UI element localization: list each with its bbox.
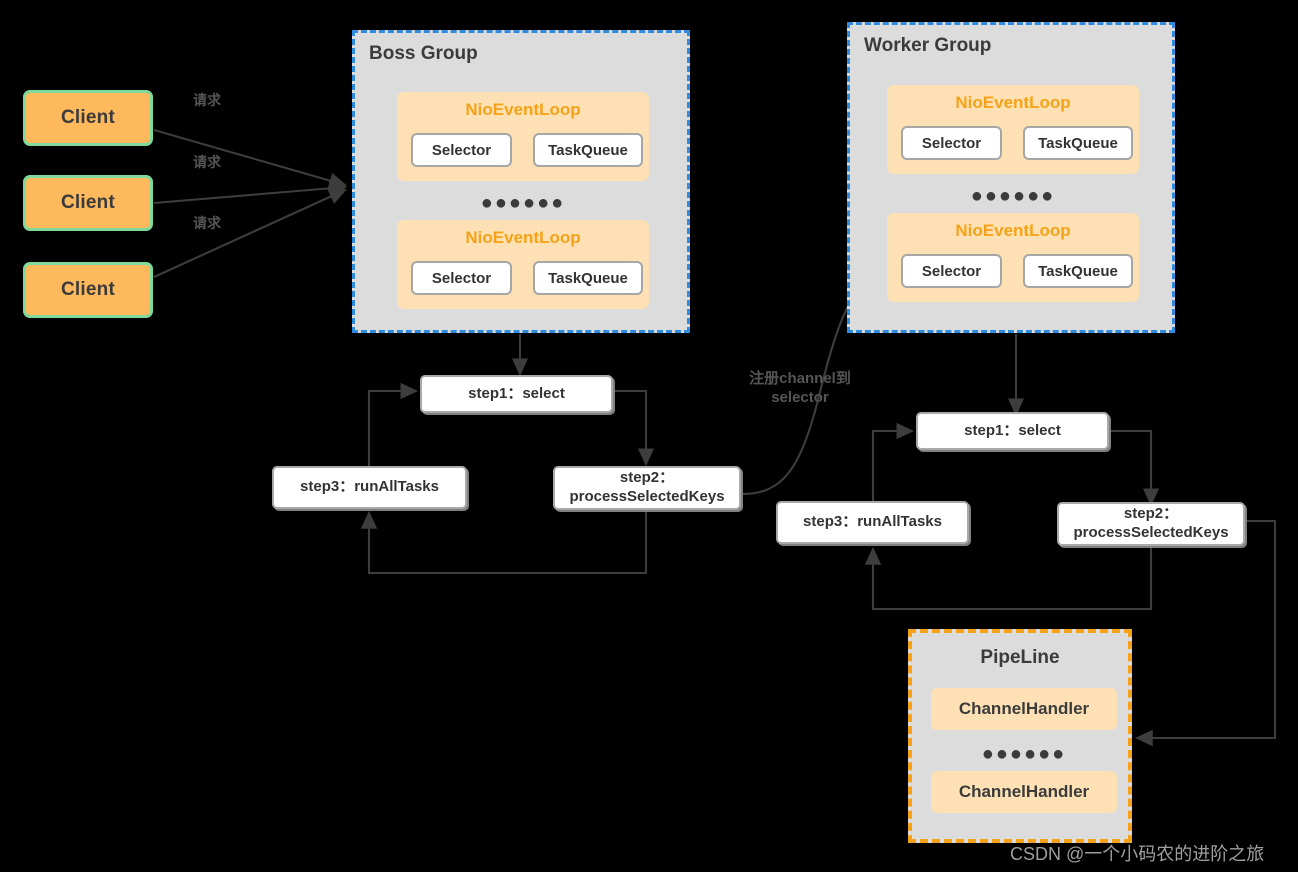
boss-step1-select[interactable]: step1：select: [420, 375, 613, 413]
wire-worker-step2-to-pipeline: [1134, 519, 1277, 747]
worker-step3-label: step3：runAllTasks: [803, 513, 942, 531]
wire-boss-step3-to-step1: [367, 382, 419, 466]
client-label: Client: [61, 279, 115, 300]
selector-chip[interactable]: Selector: [901, 126, 1002, 160]
boss-group-ellipsis: ●●●●●●: [480, 192, 566, 214]
selector-label: Selector: [431, 269, 492, 287]
request-label-2: 请求: [193, 154, 221, 170]
client-box-3[interactable]: Client: [23, 262, 153, 318]
pipeline-container: PipeLine ChannelHandler ●●●●●● ChannelHa…: [908, 629, 1132, 843]
worker-nioeventloop-1: NioEventLoop Selector TaskQueue: [887, 85, 1139, 174]
wire-client2-to-boss: [153, 180, 348, 205]
diagram-canvas: Client Client Client 请求 请求 请求 Boss Group…: [0, 0, 1298, 872]
boss-nioeventloop-1: NioEventLoop Selector TaskQueue: [397, 92, 649, 181]
register-channel-line2: selector: [771, 388, 829, 406]
worker-group: Worker Group NioEventLoop Selector TaskQ…: [847, 22, 1175, 333]
csdn-watermark: CSDN @一个小码农的进阶之旅: [1010, 844, 1265, 864]
selector-chip[interactable]: Selector: [901, 254, 1002, 288]
boss-group-title: Boss Group: [369, 43, 478, 64]
wire-boss-step1-to-step2: [613, 389, 655, 467]
selector-label: Selector: [921, 262, 982, 280]
request-label-3: 请求: [193, 215, 221, 231]
wire-client3-to-boss: [153, 189, 347, 278]
channel-handler-label: ChannelHandler: [958, 699, 1090, 718]
boss-step3-runalltasks[interactable]: step3：runAllTasks: [272, 466, 467, 509]
taskqueue-chip[interactable]: TaskQueue: [533, 133, 643, 167]
wire-worker-step1-to-step2: [1109, 429, 1160, 507]
request-label-1: 请求: [193, 92, 221, 108]
channel-handler-label: ChannelHandler: [958, 782, 1090, 801]
client-label: Client: [61, 192, 115, 213]
boss-step2-processselectedkeys[interactable]: step2： processSelectedKeys: [553, 466, 741, 510]
taskqueue-label: TaskQueue: [548, 141, 628, 159]
wire-worker-step3-to-step1: [871, 422, 915, 501]
wire-worker-step2-to-step3: [864, 546, 1153, 611]
client-box-1[interactable]: Client: [23, 90, 153, 146]
nioeventloop-title: NioEventLoop: [955, 221, 1071, 240]
taskqueue-label: TaskQueue: [548, 269, 628, 287]
taskqueue-label: TaskQueue: [1038, 262, 1118, 280]
selector-label: Selector: [921, 134, 982, 152]
worker-step1-select[interactable]: step1：select: [916, 412, 1109, 450]
wire-boss-step2-to-step3: [360, 509, 648, 575]
boss-step2-label-line1: step2：: [619, 469, 675, 487]
selector-label: Selector: [431, 141, 492, 159]
selector-chip[interactable]: Selector: [411, 133, 512, 167]
client-box-2[interactable]: Client: [23, 175, 153, 231]
taskqueue-chip[interactable]: TaskQueue: [1023, 126, 1133, 160]
selector-chip[interactable]: Selector: [411, 261, 512, 295]
nioeventloop-title: NioEventLoop: [465, 100, 581, 119]
channel-handler-2[interactable]: ChannelHandler: [931, 771, 1117, 813]
worker-step2-label-line2: processSelectedKeys: [1073, 524, 1229, 541]
worker-group-title: Worker Group: [864, 35, 992, 56]
register-channel-label: 注册channel到 selector: [728, 370, 872, 408]
worker-step2-label-line1: step2：: [1123, 505, 1179, 523]
nioeventloop-title: NioEventLoop: [465, 228, 581, 247]
pipeline-title: PipeLine: [980, 647, 1060, 668]
worker-step2-processselectedkeys[interactable]: step2： processSelectedKeys: [1057, 502, 1245, 546]
taskqueue-label: TaskQueue: [1038, 134, 1118, 152]
channel-handler-1[interactable]: ChannelHandler: [931, 688, 1117, 730]
worker-step1-label: step1：select: [964, 421, 1061, 439]
pipeline-ellipsis: ●●●●●●: [981, 743, 1067, 765]
taskqueue-chip[interactable]: TaskQueue: [1023, 254, 1133, 288]
client-label: Client: [61, 107, 115, 128]
taskqueue-chip[interactable]: TaskQueue: [533, 261, 643, 295]
boss-step3-label: step3：runAllTasks: [300, 478, 439, 496]
boss-group: Boss Group NioEventLoop Selector TaskQue…: [352, 30, 690, 333]
boss-nioeventloop-2: NioEventLoop Selector TaskQueue: [397, 220, 649, 309]
register-channel-line1: 注册channel到: [749, 370, 851, 387]
boss-step2-label-line2: processSelectedKeys: [569, 488, 725, 505]
boss-step1-label: step1：select: [468, 384, 565, 402]
worker-group-ellipsis: ●●●●●●: [970, 185, 1056, 207]
nioeventloop-title: NioEventLoop: [955, 93, 1071, 112]
wire-client1-to-boss: [153, 128, 348, 189]
worker-nioeventloop-2: NioEventLoop Selector TaskQueue: [887, 213, 1139, 302]
worker-step3-runalltasks[interactable]: step3：runAllTasks: [776, 501, 969, 544]
